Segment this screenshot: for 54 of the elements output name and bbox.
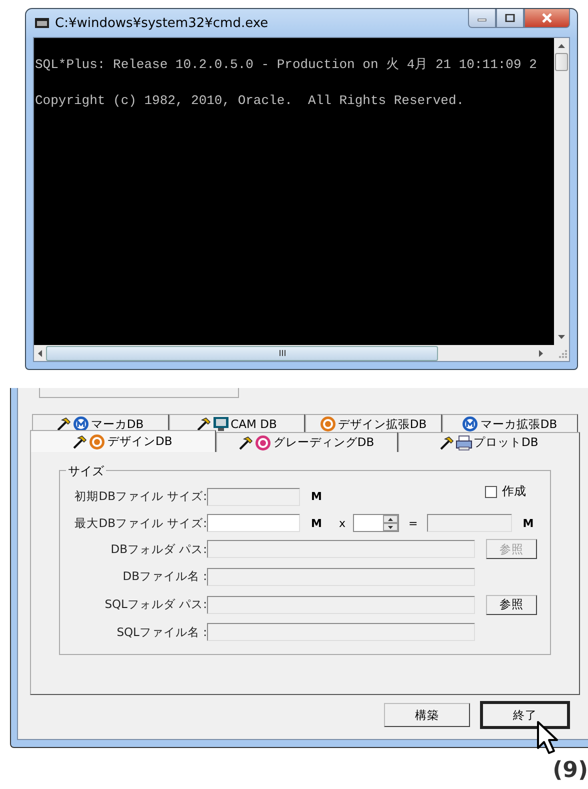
group-label: サイズ	[66, 463, 106, 480]
spinner-field[interactable]	[352, 514, 399, 532]
unit-label: M	[311, 516, 323, 530]
tab[interactable]: プロットDB	[398, 432, 580, 452]
field-label: DBフォルダ パス:	[110, 542, 207, 557]
grip-icon	[278, 350, 286, 356]
multiply-sign: x	[339, 516, 346, 530]
console-text: SQL*Plus: Release 10.2.0.5.0 - Production on 火 4月 21 10:11:09 2	[35, 56, 538, 74]
close-button[interactable]	[524, 9, 570, 28]
scroll-right-icon[interactable]	[539, 350, 543, 356]
down-arrow-icon	[388, 526, 393, 529]
field-label: DBファイル名 :	[122, 569, 207, 584]
monitor-icon	[212, 416, 229, 432]
tab[interactable]: マーカ拡張DB	[442, 414, 578, 433]
circle-badge-icon	[255, 434, 272, 450]
mouse-pointer-icon	[536, 720, 560, 756]
scroll-thumb[interactable]	[46, 346, 438, 360]
equals-sign: =	[408, 516, 418, 530]
checkbox[interactable]	[485, 486, 497, 498]
step-number: (9)	[552, 758, 588, 783]
maximize-icon	[505, 14, 515, 22]
field-label: SQLフォルダ パス:	[104, 597, 207, 612]
scroll-thumb[interactable]	[555, 53, 568, 71]
scroll-up-icon[interactable]	[558, 44, 565, 48]
console-text: Copyright (c) 1982, 2010, Oracle. All Rights Reserved.	[35, 92, 466, 110]
field-label: 最大DBファイル サイズ:	[74, 516, 207, 531]
close-icon	[541, 13, 553, 23]
field-label: 初期DBファイル サイズ:	[74, 489, 207, 504]
spin-down-button[interactable]	[382, 523, 398, 532]
console-app-icon	[35, 18, 49, 28]
unit-label: M	[311, 490, 323, 504]
field-label: SQLファイル名 :	[116, 624, 207, 640]
spin-up-button[interactable]	[382, 515, 398, 524]
tab[interactable]: グレーディングDB	[216, 432, 398, 452]
checkbox-label: 作成	[502, 483, 526, 500]
vertical-scrollbar[interactable]	[554, 38, 569, 345]
tab[interactable]: デザイン拡張DB	[305, 414, 442, 433]
up-arrow-icon	[388, 518, 393, 521]
scroll-left-icon[interactable]	[38, 350, 42, 356]
circle-badge-icon	[89, 434, 106, 450]
tab[interactable]: デザインDB	[30, 430, 216, 452]
circle-badge-icon	[320, 416, 336, 432]
maximize-button[interactable]	[496, 9, 524, 28]
unit-label: M	[522, 516, 535, 530]
scroll-down-icon[interactable]	[558, 335, 565, 339]
window-title: C:¥windows¥system32¥cmd.exe	[55, 16, 268, 30]
printer-icon	[456, 434, 472, 450]
tab[interactable]: CAM DB	[168, 414, 305, 433]
circle-badge-icon	[462, 416, 478, 432]
resize-grip-icon	[557, 348, 567, 358]
browse-button[interactable]: 参照	[486, 594, 537, 615]
dialog-button[interactable]: 構築	[384, 703, 470, 727]
text-field[interactable]	[207, 514, 300, 532]
dialog-button[interactable]: 終了	[480, 701, 570, 729]
